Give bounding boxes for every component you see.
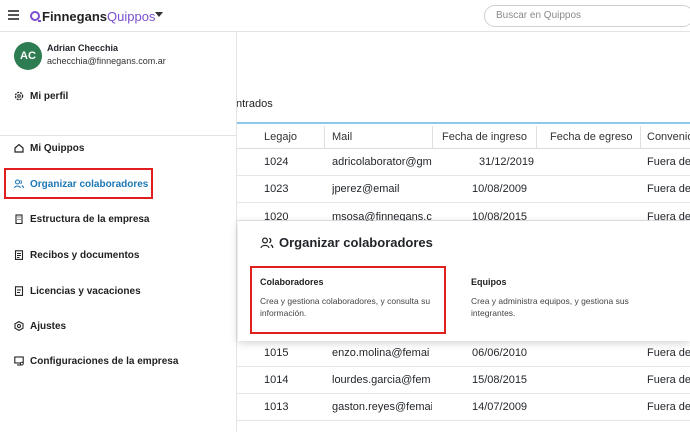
sidebar-item-label: Recibos y documentos — [30, 249, 140, 261]
column-header-convenio[interactable]: Convenio — [647, 131, 690, 143]
gear-icon — [14, 91, 24, 101]
building-icon — [14, 214, 24, 224]
cell-convenio: Fuera de — [647, 374, 690, 386]
column-header-egreso[interactable]: Fecha de egreso — [550, 131, 633, 143]
collaborators-table: Legajo Mail Fecha de ingreso Fecha de eg… — [236, 122, 690, 421]
document-icon — [14, 250, 24, 260]
sidebar-item-ajustes[interactable]: Ajustes — [14, 317, 66, 335]
user-name: Adrian Checchia — [47, 43, 119, 53]
column-divider — [324, 126, 325, 148]
cell-legajo: 1024 — [264, 156, 289, 168]
column-header-legajo[interactable]: Legajo — [264, 131, 297, 143]
organizar-colaboradores-popup: Organizar colaboradores Colaboradores Cr… — [238, 221, 690, 341]
sidebar-item-mi-quippos[interactable]: Mi Quippos — [14, 139, 84, 157]
sidebar-item-recibos[interactable]: Recibos y documentos — [14, 246, 139, 264]
sidebar-item-estructura[interactable]: Estructura de la empresa — [14, 210, 150, 228]
cell-ingreso: 06/06/2010 — [472, 347, 528, 359]
cell-ingreso: 31/12/2019 — [479, 156, 535, 168]
cell-mail: enzo.molina@femai — [332, 347, 430, 359]
top-bar: Finnegans Quippos Buscar en Quippos — [0, 0, 690, 32]
equipos-card-desc[interactable]: Crea y administra equipos, y gestiona su… — [471, 295, 629, 319]
sidebar-item-label: Mi Quippos — [30, 142, 85, 154]
cell-mail: gaston.reyes@femai — [332, 401, 432, 413]
column-divider — [640, 126, 641, 148]
cell-ingreso: 10/08/2009 — [472, 183, 528, 195]
logo-primary-text: Finnegans — [42, 8, 108, 24]
sidebar-item-configuraciones[interactable]: Configuraciones de la empresa — [14, 352, 178, 370]
settings-screen-icon — [14, 356, 24, 366]
cell-legajo: 1014 — [264, 374, 289, 386]
gear-icon — [14, 321, 24, 331]
cell-ingreso: 14/07/2009 — [472, 401, 528, 413]
table-row[interactable]: 1013 gaston.reyes@femai 14/07/2009 Fuera… — [236, 394, 690, 421]
cell-mail: jperez@email — [332, 183, 400, 195]
calendar-icon — [14, 286, 24, 296]
logo-mark-icon — [30, 11, 41, 22]
popup-title-text: Organizar colaboradores — [279, 235, 433, 250]
sidebar-item-label: Configuraciones de la empresa — [30, 355, 179, 367]
column-divider — [536, 126, 537, 148]
sidebar-item-licencias[interactable]: Licencias y vacaciones — [14, 282, 141, 300]
highlight-box — [250, 266, 446, 334]
app-logo[interactable]: Finnegans Quippos — [30, 8, 155, 24]
column-divider — [432, 126, 433, 148]
table-row[interactable]: 1023 jperez@email 10/08/2009 Fuera de — [236, 176, 690, 203]
sidebar-item-label: Licencias y vacaciones — [30, 285, 141, 297]
cell-mail: lourdes.garcia@fem — [332, 374, 431, 386]
column-header-ingreso[interactable]: Fecha de ingreso — [442, 131, 527, 143]
cell-legajo: 1015 — [264, 347, 289, 359]
cell-convenio: Fuera de — [647, 401, 690, 413]
popup-title: Organizar colaboradores — [260, 235, 433, 250]
cell-legajo: 1013 — [264, 401, 289, 413]
table-row[interactable]: 1020 msosa@finnegans.c 10/08/2015 Fuera … — [236, 203, 690, 223]
filter-tab-label[interactable]: ntrados — [236, 98, 273, 110]
sidebar-item-profile[interactable]: Mi perfil — [14, 87, 68, 105]
avatar[interactable]: AC — [14, 42, 42, 70]
cell-convenio: Fuera de — [647, 347, 690, 359]
cell-mail: adricolaborator@gm — [332, 156, 432, 168]
cell-convenio: Fuera de — [647, 156, 690, 168]
logo-secondary-text: Quippos — [107, 8, 156, 24]
table-row[interactable]: 1015 enzo.molina@femai 06/06/2010 Fuera … — [236, 340, 690, 367]
cell-ingreso: 15/08/2015 — [472, 374, 528, 386]
cell-legajo: 1023 — [264, 183, 289, 195]
cell-convenio: Fuera de — [647, 183, 690, 195]
table-row[interactable]: 1024 adricolaborator@gm 31/12/2019 Fuera… — [236, 149, 690, 176]
highlight-box — [4, 168, 153, 199]
equipos-card-title[interactable]: Equipos — [471, 277, 507, 287]
sidebar: AC Adrian Checchia achecchia@finnegans.c… — [0, 32, 237, 432]
table-header: Legajo Mail Fecha de ingreso Fecha de eg… — [236, 122, 690, 149]
menu-icon[interactable] — [8, 10, 19, 20]
sidebar-item-label: Ajustes — [30, 320, 67, 332]
user-email: achecchia@finnegans.com.ar — [47, 56, 166, 66]
sidebar-item-label: Mi perfil — [30, 90, 69, 102]
home-icon — [14, 143, 24, 153]
search-input[interactable]: Buscar en Quippos — [484, 5, 690, 27]
card-desc-line: Crea y administra equipos, y gestiona su… — [471, 296, 629, 306]
card-desc-line: integrantes. — [471, 308, 516, 318]
sidebar-item-label: Estructura de la empresa — [30, 213, 150, 225]
users-icon — [260, 236, 274, 249]
table-row[interactable]: 1014 lourdes.garcia@fem 15/08/2015 Fuera… — [236, 367, 690, 394]
sidebar-divider — [0, 135, 236, 136]
column-header-mail[interactable]: Mail — [332, 131, 352, 143]
chevron-down-icon[interactable] — [155, 12, 163, 17]
